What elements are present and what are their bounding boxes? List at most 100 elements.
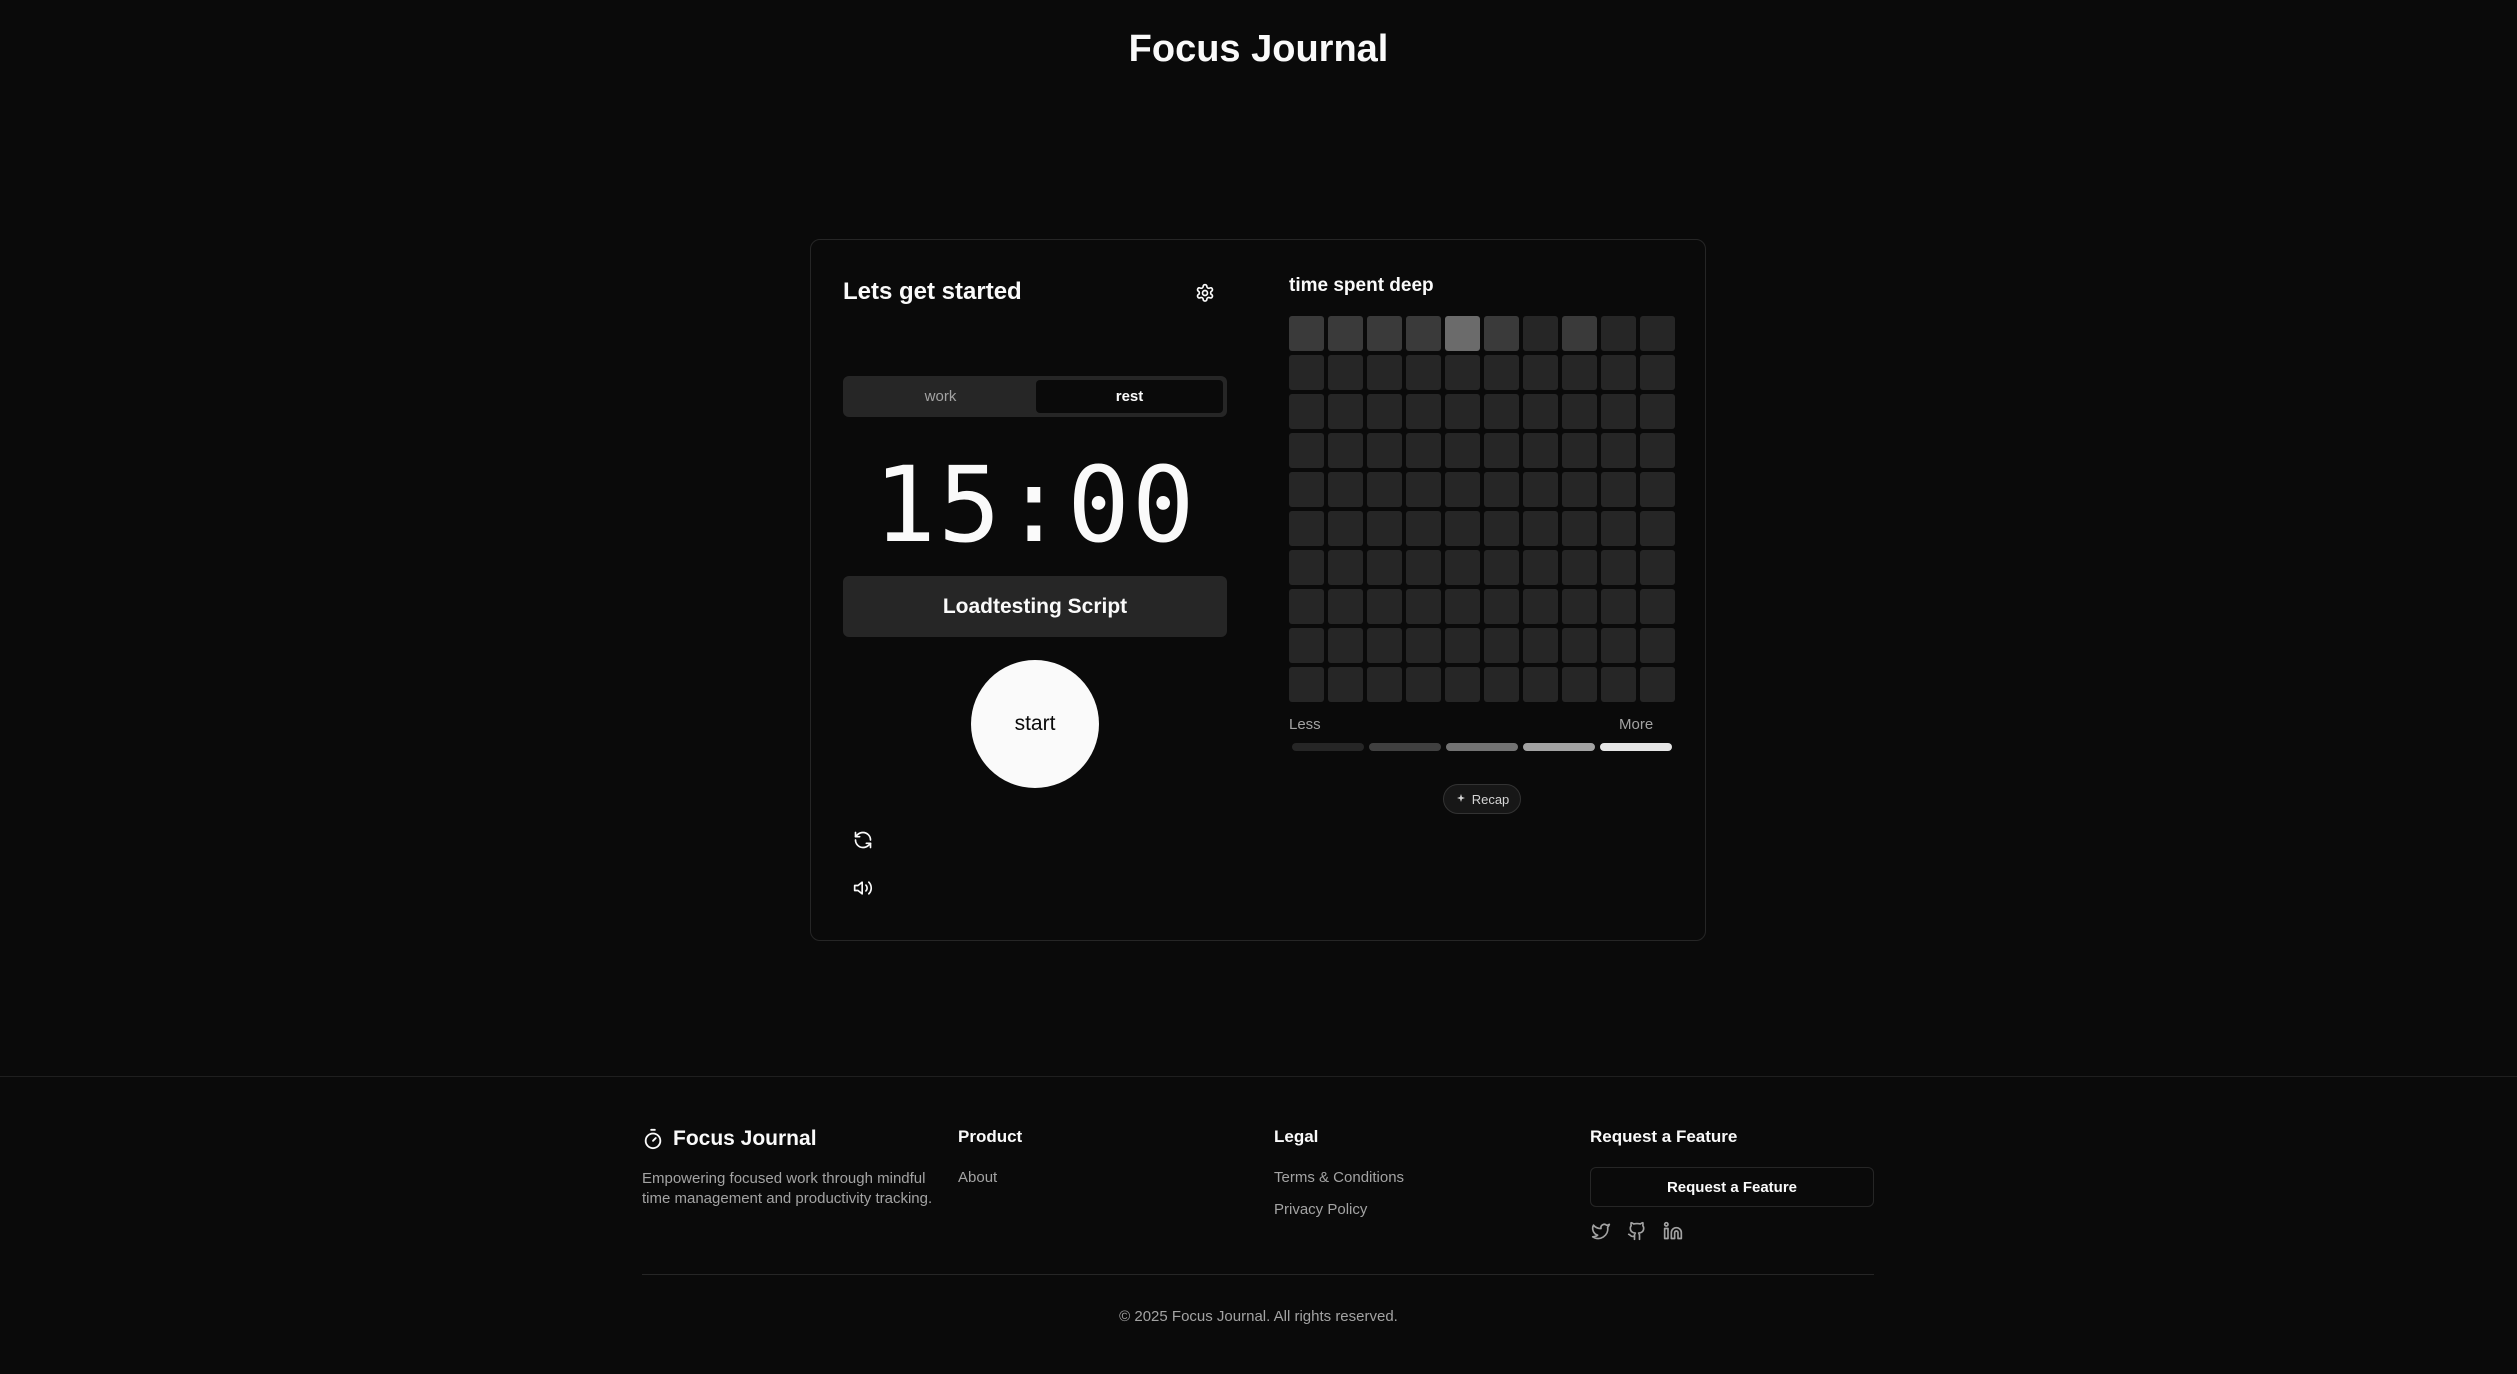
heatmap-cell	[1367, 394, 1402, 429]
heatmap-cell	[1640, 433, 1675, 468]
heatmap-cell	[1640, 394, 1675, 429]
app-title: Focus Journal	[1128, 28, 1389, 70]
heatmap-cell	[1289, 511, 1324, 546]
heatmap-cell	[1484, 472, 1519, 507]
sound-button[interactable]	[851, 876, 875, 900]
recap-label: Recap	[1471, 791, 1510, 807]
heatmap-cell	[1640, 667, 1675, 702]
footer-request-title: Request a Feature	[1590, 1127, 1738, 1146]
request-feature-button[interactable]: Request a Feature	[1590, 1167, 1874, 1207]
heatmap-cell	[1562, 316, 1597, 351]
footer-legal-title: Legal	[1274, 1127, 1319, 1146]
heatmap-cell	[1406, 511, 1441, 546]
footer-brand: Focus Journal	[642, 1127, 817, 1151]
legend-swatch	[1369, 743, 1441, 751]
heatmap-cell	[1640, 472, 1675, 507]
heatmap-cell	[1328, 667, 1363, 702]
heatmap-grid	[1289, 316, 1675, 702]
gear-icon	[1196, 283, 1214, 302]
footer-link-about[interactable]: About	[958, 1169, 997, 1186]
heatmap-cell	[1445, 667, 1480, 702]
settings-button[interactable]	[1193, 281, 1217, 305]
heatmap-cell	[1367, 433, 1402, 468]
heatmap-cell	[1484, 511, 1519, 546]
heatmap-cell	[1406, 316, 1441, 351]
heatmap-cell	[1523, 550, 1558, 585]
heatmap-cell	[1562, 472, 1597, 507]
footer-link-privacy[interactable]: Privacy Policy	[1274, 1201, 1367, 1218]
legend-swatch	[1292, 743, 1364, 751]
heatmap-cell	[1562, 550, 1597, 585]
heatmap-cell	[1445, 316, 1480, 351]
task-button[interactable]: Loadtesting Script	[843, 576, 1227, 637]
footer-link-terms[interactable]: Terms & Conditions	[1274, 1169, 1404, 1186]
heatmap-cell	[1289, 667, 1324, 702]
heatmap-cell	[1367, 628, 1402, 663]
linkedin-link[interactable]	[1662, 1220, 1684, 1242]
heatmap-cell	[1601, 472, 1636, 507]
heatmap-cell	[1406, 394, 1441, 429]
legend-swatch	[1600, 743, 1672, 751]
heatmap-cell	[1328, 355, 1363, 390]
twitter-link[interactable]	[1590, 1220, 1612, 1242]
heatmap-cell	[1406, 550, 1441, 585]
heatmap-cell	[1601, 394, 1636, 429]
heatmap-cell	[1484, 394, 1519, 429]
timer-display: 15:00	[873, 444, 1197, 566]
stopwatch-icon	[644, 1128, 662, 1150]
github-icon	[1627, 1221, 1645, 1241]
footer-product-title: Product	[958, 1127, 1023, 1146]
heatmap-cell	[1523, 589, 1558, 624]
heatmap-cell	[1367, 589, 1402, 624]
heatmap-cell	[1601, 550, 1636, 585]
heatmap-cell	[1328, 316, 1363, 351]
linkedin-icon	[1663, 1221, 1683, 1240]
heatmap-cell	[1328, 511, 1363, 546]
heatmap-cell	[1367, 511, 1402, 546]
heatmap-cell	[1523, 628, 1558, 663]
timer-card: Lets get started work rest 15:00 Loadtes…	[810, 239, 1706, 941]
card-title: Lets get started	[843, 278, 1022, 305]
heatmap-cell	[1601, 628, 1636, 663]
heatmap-cell	[1445, 394, 1480, 429]
heatmap-cell	[1523, 511, 1558, 546]
heatmap-cell	[1289, 472, 1324, 507]
heatmap-cell	[1328, 628, 1363, 663]
legend-scale	[1292, 743, 1672, 751]
heatmap-cell	[1484, 628, 1519, 663]
heatmap-cell	[1562, 589, 1597, 624]
heatmap-cell	[1328, 472, 1363, 507]
heatmap-cell	[1523, 316, 1558, 351]
heatmap-cell	[1562, 667, 1597, 702]
sparkles-icon	[1456, 794, 1465, 802]
reset-button[interactable]	[851, 828, 875, 852]
heatmap-cell	[1367, 472, 1402, 507]
heatmap-cell	[1601, 511, 1636, 546]
footer-divider	[642, 1274, 1874, 1275]
start-button[interactable]: start	[971, 660, 1099, 788]
footer: Focus Journal Empowering focused work th…	[0, 1076, 2517, 1374]
tab-work[interactable]: work	[847, 380, 1034, 413]
heatmap-cell	[1367, 550, 1402, 585]
heatmap-cell	[1367, 316, 1402, 351]
tab-rest[interactable]: rest	[1036, 380, 1223, 413]
heatmap-cell	[1406, 355, 1441, 390]
heatmap-cell	[1640, 511, 1675, 546]
heatmap-cell	[1523, 394, 1558, 429]
heatmap-cell	[1328, 550, 1363, 585]
heatmap-cell	[1289, 550, 1324, 585]
heatmap-cell	[1484, 667, 1519, 702]
github-link[interactable]	[1626, 1220, 1648, 1242]
heatmap-cell	[1601, 355, 1636, 390]
heatmap-cell	[1406, 589, 1441, 624]
recap-button[interactable]: Recap	[1443, 784, 1521, 814]
heatmap-cell	[1523, 355, 1558, 390]
heatmap-cell	[1523, 433, 1558, 468]
heatmap-cell	[1601, 433, 1636, 468]
heatmap-cell	[1445, 472, 1480, 507]
heatmap-cell	[1601, 589, 1636, 624]
mode-toggle: work rest	[843, 376, 1227, 417]
heatmap-cell	[1445, 550, 1480, 585]
heatmap-cell	[1445, 628, 1480, 663]
heatmap-cell	[1484, 589, 1519, 624]
